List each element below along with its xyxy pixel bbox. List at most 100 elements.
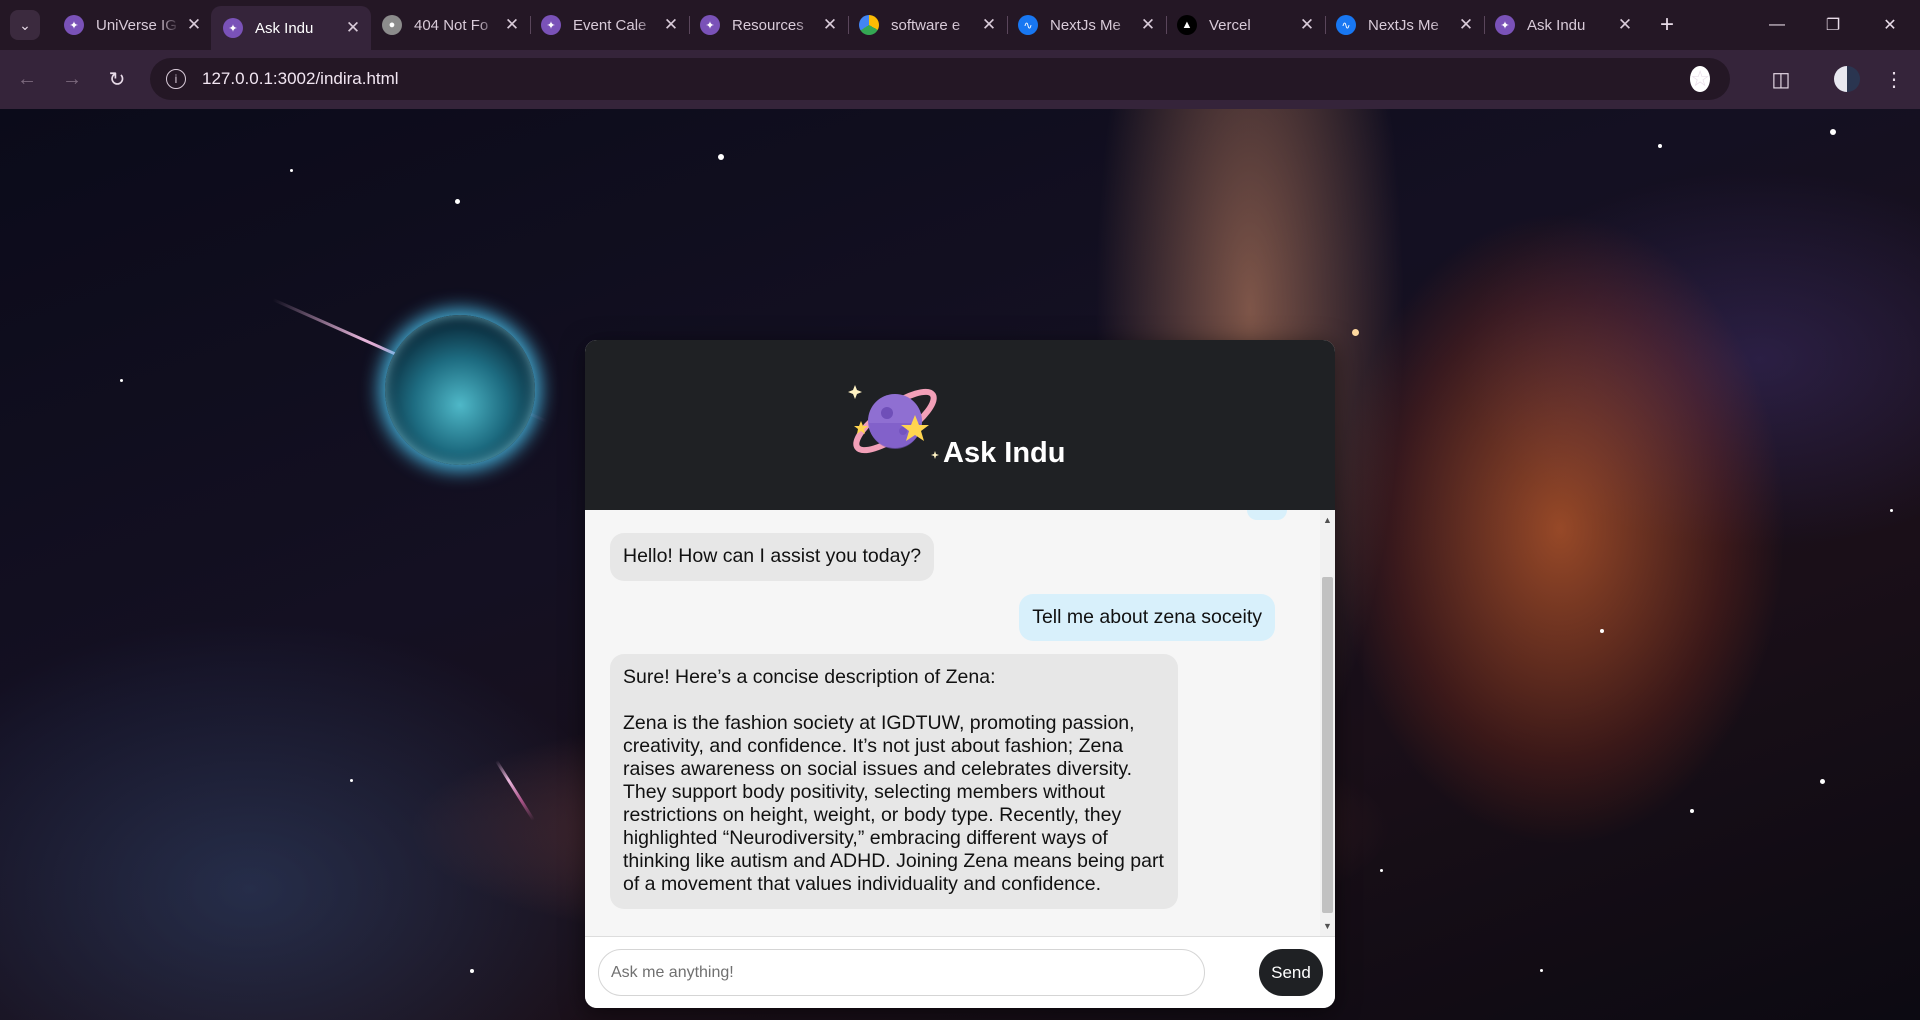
tab-ask-indu-2[interactable]: ✦ Ask Indu ✕ bbox=[1483, 6, 1643, 44]
forward-arrow-icon: → bbox=[62, 67, 82, 90]
star bbox=[470, 969, 474, 973]
tab-title: Resources bbox=[732, 16, 804, 34]
tab-404[interactable]: ● 404 Not Fo ✕ bbox=[370, 6, 531, 44]
tab-vercel[interactable]: ▲ Vercel ✕ bbox=[1165, 6, 1326, 44]
kebab-menu-icon: ⋮ bbox=[1884, 68, 1904, 91]
star bbox=[1540, 969, 1543, 972]
browser-chrome: ⌄ ✦ UniVerse IG ✕ ✦ Ask Indu ✕ ● 404 Not… bbox=[0, 0, 1920, 109]
restore-button[interactable]: ❐ bbox=[1813, 10, 1853, 40]
planet-favicon-icon: ✦ bbox=[700, 15, 720, 35]
bot-message-bubble: Hello! How can I assist you today? bbox=[610, 533, 935, 581]
vercel-favicon-icon: ▲ bbox=[1177, 15, 1197, 35]
bookmark-star-icon[interactable]: ☆ bbox=[1690, 66, 1710, 92]
message-scrollbar[interactable]: ▲ ▼ bbox=[1320, 510, 1335, 936]
scroll-up-arrow-icon[interactable]: ▲ bbox=[1320, 514, 1335, 526]
tab-software[interactable]: software e ✕ bbox=[847, 6, 1008, 44]
extensions-button[interactable]: ◫ bbox=[1766, 64, 1796, 94]
back-arrow-icon: ← bbox=[17, 67, 37, 90]
star bbox=[1658, 144, 1662, 148]
tab-title: 404 Not Fo bbox=[414, 16, 489, 34]
tab-title: Ask Indu bbox=[255, 19, 314, 37]
send-button[interactable]: Send bbox=[1259, 949, 1323, 996]
user-message-bubble bbox=[1247, 510, 1287, 520]
tab-nextjs-messenger[interactable]: ∿ NextJs Me ✕ bbox=[1006, 6, 1167, 44]
tab-nextjs-messenger-2[interactable]: ∿ NextJs Me ✕ bbox=[1324, 6, 1485, 44]
restore-icon: ❐ bbox=[1825, 17, 1841, 34]
bot-message-intro: Sure! Here’s a concise description of Ze… bbox=[623, 666, 996, 688]
tab-title: software e bbox=[891, 16, 961, 34]
scroll-down-arrow-icon[interactable]: ▼ bbox=[1320, 920, 1335, 932]
site-info-icon[interactable]: i bbox=[166, 69, 186, 89]
bot-message-bubble: Sure! Here’s a concise description of Ze… bbox=[610, 654, 1178, 909]
star bbox=[718, 154, 724, 160]
message-list[interactable]: Hello! How can I assist you today? Tell … bbox=[585, 510, 1320, 936]
tab-ask-indu-active[interactable]: ✦ Ask Indu ✕ bbox=[211, 6, 371, 50]
chat-header: Ask Indu bbox=[585, 340, 1335, 510]
tab-universe[interactable]: ✦ UniVerse IG ✕ bbox=[52, 6, 213, 44]
scrollbar-thumb[interactable] bbox=[1322, 577, 1333, 913]
reload-button[interactable]: ↻ bbox=[102, 64, 132, 94]
tab-title: Vercel bbox=[1209, 16, 1251, 34]
tab-event-calendar[interactable]: ✦ Event Cale ✕ bbox=[529, 6, 690, 44]
tab-title: Ask Indu bbox=[1527, 16, 1586, 34]
close-icon[interactable]: ✕ bbox=[661, 15, 681, 35]
close-icon[interactable]: ✕ bbox=[979, 15, 999, 35]
messenger-favicon-icon: ∿ bbox=[1336, 15, 1356, 35]
reload-icon: ↻ bbox=[108, 68, 126, 91]
star bbox=[1820, 779, 1825, 784]
star bbox=[455, 199, 460, 204]
glowing-planet-image bbox=[385, 315, 535, 465]
menu-button[interactable]: ⋮ bbox=[1879, 64, 1909, 94]
new-tab-button[interactable]: + bbox=[1652, 10, 1682, 40]
star bbox=[350, 779, 353, 782]
puzzle-icon: ◫ bbox=[1771, 68, 1791, 91]
planet-favicon-icon: ✦ bbox=[64, 15, 84, 35]
star bbox=[1890, 509, 1893, 512]
close-icon[interactable]: ✕ bbox=[343, 18, 363, 38]
planet-logo-icon bbox=[848, 385, 939, 459]
minimize-button[interactable]: — bbox=[1757, 10, 1797, 40]
tab-resources[interactable]: ✦ Resources ✕ bbox=[688, 6, 849, 44]
tab-title: NextJs Me bbox=[1050, 16, 1121, 34]
close-icon[interactable]: ✕ bbox=[1297, 15, 1317, 35]
planet-favicon-icon: ✦ bbox=[541, 15, 561, 35]
profile-avatar[interactable] bbox=[1832, 64, 1862, 94]
tab-strip: ⌄ ✦ UniVerse IG ✕ ✦ Ask Indu ✕ ● 404 Not… bbox=[0, 0, 1920, 50]
close-icon[interactable]: ✕ bbox=[820, 15, 840, 35]
star bbox=[1690, 809, 1694, 813]
close-icon[interactable]: ✕ bbox=[502, 15, 522, 35]
tab-search-button[interactable]: ⌄ bbox=[10, 10, 40, 40]
plus-icon: + bbox=[1659, 11, 1674, 38]
chat-input-bar: Send bbox=[585, 936, 1335, 1008]
star bbox=[1380, 869, 1383, 872]
url-text[interactable]: 127.0.0.1:3002/indira.html bbox=[202, 69, 399, 89]
drive-favicon-icon bbox=[859, 15, 879, 35]
star bbox=[290, 169, 293, 172]
star bbox=[1830, 129, 1836, 135]
back-button[interactable]: ← bbox=[12, 64, 42, 94]
address-bar[interactable]: i 127.0.0.1:3002/indira.html ☆ bbox=[150, 58, 1730, 100]
planet-favicon-icon: ✦ bbox=[223, 18, 243, 38]
planet-favicon-icon: ✦ bbox=[1495, 15, 1515, 35]
close-icon[interactable]: ✕ bbox=[184, 15, 204, 35]
star bbox=[120, 379, 123, 382]
forward-button[interactable]: → bbox=[57, 64, 87, 94]
tab-title: UniVerse IG bbox=[96, 16, 177, 34]
close-icon[interactable]: ✕ bbox=[1456, 15, 1476, 35]
tab-title: Event Cale bbox=[573, 16, 647, 34]
avatar bbox=[1834, 66, 1860, 92]
tab-title: NextJs Me bbox=[1368, 16, 1439, 34]
close-icon: ✕ bbox=[1883, 17, 1897, 34]
close-icon[interactable]: ✕ bbox=[1138, 15, 1158, 35]
chat-message-input[interactable] bbox=[598, 949, 1205, 996]
chevron-down-icon: ⌄ bbox=[19, 16, 31, 33]
minimize-icon: — bbox=[1769, 16, 1785, 33]
star bbox=[1352, 329, 1359, 336]
close-window-button[interactable]: ✕ bbox=[1870, 10, 1910, 40]
chat-widget: Ask Indu Hello! How can I assist you tod… bbox=[585, 340, 1335, 1008]
globe-favicon-icon: ● bbox=[382, 15, 402, 35]
messenger-favicon-icon: ∿ bbox=[1018, 15, 1038, 35]
star bbox=[1600, 629, 1604, 633]
user-message-bubble: Tell me about zena soceity bbox=[1019, 594, 1275, 641]
close-icon[interactable]: ✕ bbox=[1615, 15, 1635, 35]
